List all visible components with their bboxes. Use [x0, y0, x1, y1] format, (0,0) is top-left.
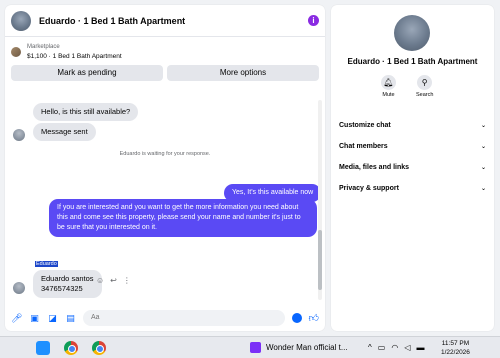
like-icon[interactable]: 👍︎: [309, 312, 319, 324]
clock[interactable]: 11:57 PM 1/22/2026: [441, 339, 470, 357]
quick-actions: 🔔︎ Mute ⚲ Search: [381, 75, 433, 98]
emoji-icon[interactable]: [291, 313, 302, 323]
scroll-thumb[interactable]: [318, 230, 322, 290]
message-line: Eduardo santos: [41, 274, 94, 283]
message-line: 3476574325: [41, 284, 83, 293]
battery-icon[interactable]: ▬: [416, 343, 424, 352]
message-input[interactable]: [83, 310, 285, 326]
sender-name-label: Eduardo: [35, 261, 58, 267]
network-icon[interactable]: ▭: [378, 343, 386, 352]
profile-name: Eduardo · 1 Bed 1 Bath Apartment: [347, 57, 478, 66]
chrome-icon[interactable]: [64, 341, 78, 355]
volume-icon[interactable]: ◁: [404, 343, 410, 352]
menu-item-customize-chat[interactable]: Customize chat ⌄: [331, 115, 494, 136]
microphone-icon[interactable]: 🎤︎: [11, 313, 22, 324]
bell-icon: 🔔︎: [381, 75, 396, 90]
system-tray: ^ ▭ ◠ ◁ ▬: [368, 343, 424, 352]
media-title[interactable]: Wonder Man official t...: [266, 343, 348, 352]
message-bubble-incoming: Message sent: [33, 123, 96, 141]
sender-avatar: [13, 282, 25, 294]
chevron-up-icon[interactable]: ^: [368, 343, 372, 352]
gif-icon[interactable]: ▤: [65, 313, 76, 324]
message-actions: ☺ ↩ ⋮: [96, 276, 131, 285]
scrollbar[interactable]: [318, 100, 322, 300]
more-icon[interactable]: ⋮: [123, 276, 131, 285]
mute-button[interactable]: 🔔︎ Mute: [381, 75, 396, 98]
chat-title[interactable]: Eduardo · 1 Bed 1 Bath Apartment: [39, 16, 308, 26]
marketplace-listing[interactable]: Marketplace $1,100 · 1 Bed 1 Bath Apartm…: [5, 37, 325, 61]
contact-avatar[interactable]: [11, 10, 31, 31]
chevron-down-icon: ⌄: [480, 186, 486, 192]
clock-time: 11:57 PM: [441, 340, 470, 347]
message-bubble-outgoing: If you are interested and you want to ge…: [49, 199, 317, 237]
mute-label: Mute: [382, 92, 395, 98]
message-composer: 🎤︎ ▣ ◪ ▤ 👍︎: [5, 305, 325, 331]
profile-avatar[interactable]: [394, 15, 430, 51]
menu-item-label: Privacy & support: [339, 185, 399, 192]
sticker-icon[interactable]: ◪: [47, 313, 58, 324]
taskbar: Wonder Man official t... ^ ▭ ◠ ◁ ▬ 11:57…: [0, 336, 500, 358]
search-icon: ⚲: [417, 75, 433, 90]
menu-item-label: Customize chat: [339, 122, 391, 129]
listing-name: $1,100 · 1 Bed 1 Bath Apartment: [27, 53, 122, 60]
clock-date: 1/22/2026: [441, 349, 470, 356]
chat-header: Eduardo · 1 Bed 1 Bath Apartment i: [5, 5, 325, 37]
media-icon[interactable]: [250, 342, 261, 353]
menu-item-label: Chat members: [339, 143, 388, 150]
more-options-button[interactable]: More options: [167, 65, 319, 81]
react-icon[interactable]: ☺: [96, 276, 104, 285]
chevron-down-icon: ⌄: [480, 144, 486, 150]
chevron-down-icon: ⌄: [480, 165, 486, 171]
conversation-panel: Eduardo · 1 Bed 1 Bath Apartment i Marke…: [5, 5, 325, 331]
sender-avatar: [13, 129, 25, 141]
menu-item-chat-members[interactable]: Chat members ⌄: [331, 136, 494, 157]
message-bubble-incoming: Eduardo santos 3476574325: [33, 270, 102, 298]
message-list: Hello, is this still available? Message …: [5, 85, 325, 305]
listing-actions: Mark as pending More options: [5, 61, 325, 81]
menu-item-label: Media, files and links: [339, 164, 410, 171]
chevron-down-icon: ⌄: [480, 123, 486, 129]
menu-item-media-files-links[interactable]: Media, files and links ⌄: [331, 157, 494, 178]
image-icon[interactable]: ▣: [29, 313, 40, 324]
chrome-icon[interactable]: [92, 341, 106, 355]
listing-thumbnail: [11, 47, 21, 57]
mark-as-pending-button[interactable]: Mark as pending: [11, 65, 163, 81]
system-note: Eduardo is waiting for your response.: [119, 151, 211, 157]
menu-item-privacy-support[interactable]: Privacy & support ⌄: [331, 178, 494, 199]
listing-source: Marketplace: [27, 44, 60, 50]
details-menu: Customize chat ⌄ Chat members ⌄ Media, f…: [331, 115, 494, 199]
reply-icon[interactable]: ↩: [110, 276, 117, 285]
search-button[interactable]: ⚲ Search: [416, 75, 433, 98]
wifi-icon[interactable]: ◠: [391, 343, 398, 352]
details-panel: Eduardo · 1 Bed 1 Bath Apartment 🔔︎ Mute…: [331, 5, 494, 331]
message-bubble-incoming: Hello, is this still available?: [33, 103, 139, 121]
file-explorer-icon[interactable]: [36, 341, 50, 355]
search-label: Search: [416, 92, 434, 98]
info-icon[interactable]: i: [308, 15, 319, 26]
